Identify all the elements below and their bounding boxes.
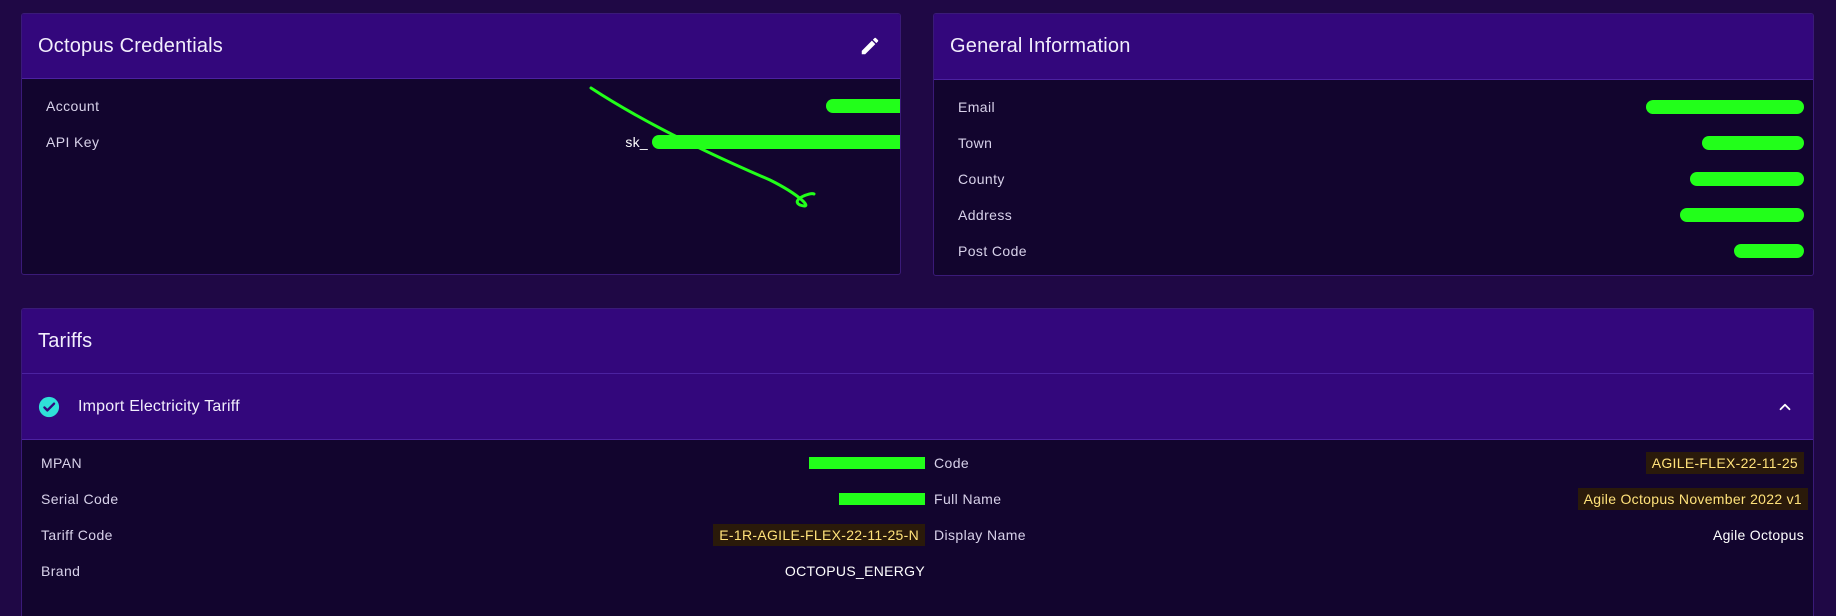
tariff-row-code: Code AGILE-FLEX-22-11-25 — [934, 452, 1804, 474]
api-key-value-wrap: sk_ — [625, 134, 900, 150]
code-label: Code — [934, 455, 970, 471]
credentials-card: Octopus Credentials Account API Key sk_ — [21, 13, 901, 275]
post-code-label: Post Code — [958, 243, 1027, 259]
serial-code-label: Serial Code — [41, 491, 119, 507]
tariffs-card: Tariffs Import Electricity Tariff MPAN S… — [21, 308, 1814, 616]
account-label: Account — [46, 98, 100, 114]
general-row-address: Address — [958, 205, 1804, 225]
import-tariff-title: Import Electricity Tariff — [78, 397, 240, 415]
display-name-label: Display Name — [934, 527, 1026, 543]
credentials-title: Octopus Credentials — [38, 34, 224, 57]
mpan-redaction — [809, 457, 925, 469]
tariff-row-mpan: MPAN — [41, 453, 925, 473]
credentials-row-api-key: API Key sk_ — [46, 132, 900, 152]
import-tariff-panel: Import Electricity Tariff MPAN Serial Co… — [22, 374, 1813, 616]
brand-value: OCTOPUS_ENERGY — [784, 563, 925, 579]
town-label: Town — [958, 135, 993, 151]
general-info-card: General Information Email Town County Ad… — [933, 13, 1814, 276]
email-redaction — [1646, 100, 1804, 114]
account-redaction — [826, 99, 900, 113]
tariffs-header: Tariffs — [22, 309, 1813, 374]
tariff-row-display-name: Display Name Agile Octopus — [934, 525, 1804, 545]
api-key-redaction — [652, 135, 900, 149]
county-redaction — [1690, 172, 1804, 186]
general-row-email: Email — [958, 97, 1804, 117]
town-redaction — [1702, 136, 1804, 150]
api-key-label: API Key — [46, 134, 100, 150]
general-info-title: General Information — [950, 35, 1131, 57]
post-code-redaction — [1734, 244, 1804, 258]
check-circle-icon — [38, 396, 60, 418]
full-name-label: Full Name — [934, 491, 1002, 507]
credentials-header: Octopus Credentials — [22, 14, 900, 79]
tariff-row-full-name: Full Name Agile Octopus November 2022 v1 — [934, 488, 1808, 510]
credentials-row-account: Account — [46, 96, 900, 116]
address-redaction — [1680, 208, 1804, 222]
import-tariff-details: MPAN Serial Code Tariff Code E-1R-AGILE-… — [25, 442, 1812, 599]
general-info-header: General Information — [934, 14, 1813, 80]
import-tariff-summary[interactable]: Import Electricity Tariff — [22, 374, 1813, 440]
full-name-value: Agile Octopus November 2022 v1 — [1577, 488, 1808, 510]
pencil-icon[interactable] — [856, 32, 884, 60]
mpan-label: MPAN — [41, 455, 83, 471]
general-row-post-code: Post Code — [958, 241, 1804, 261]
brand-label: Brand — [41, 563, 81, 579]
address-label: Address — [958, 207, 1013, 223]
tariff-code-label: Tariff Code — [41, 527, 113, 543]
display-name-value: Agile Octopus — [1712, 527, 1804, 543]
email-label: Email — [958, 99, 996, 115]
tariffs-title: Tariffs — [38, 329, 93, 352]
api-key-value: sk_ — [625, 134, 648, 150]
general-row-town: Town — [958, 133, 1804, 153]
code-value: AGILE-FLEX-22-11-25 — [1645, 452, 1804, 474]
chevron-up-icon[interactable] — [1771, 393, 1799, 421]
serial-code-redaction — [839, 493, 925, 505]
county-label: County — [958, 171, 1005, 187]
tariff-code-value: E-1R-AGILE-FLEX-22-11-25-N — [713, 524, 925, 546]
tariff-row-serial-code: Serial Code — [41, 489, 925, 509]
general-row-county: County — [958, 169, 1804, 189]
tariff-row-tariff-code: Tariff Code E-1R-AGILE-FLEX-22-11-25-N — [41, 524, 925, 546]
tariff-row-brand: Brand OCTOPUS_ENERGY — [41, 561, 925, 581]
